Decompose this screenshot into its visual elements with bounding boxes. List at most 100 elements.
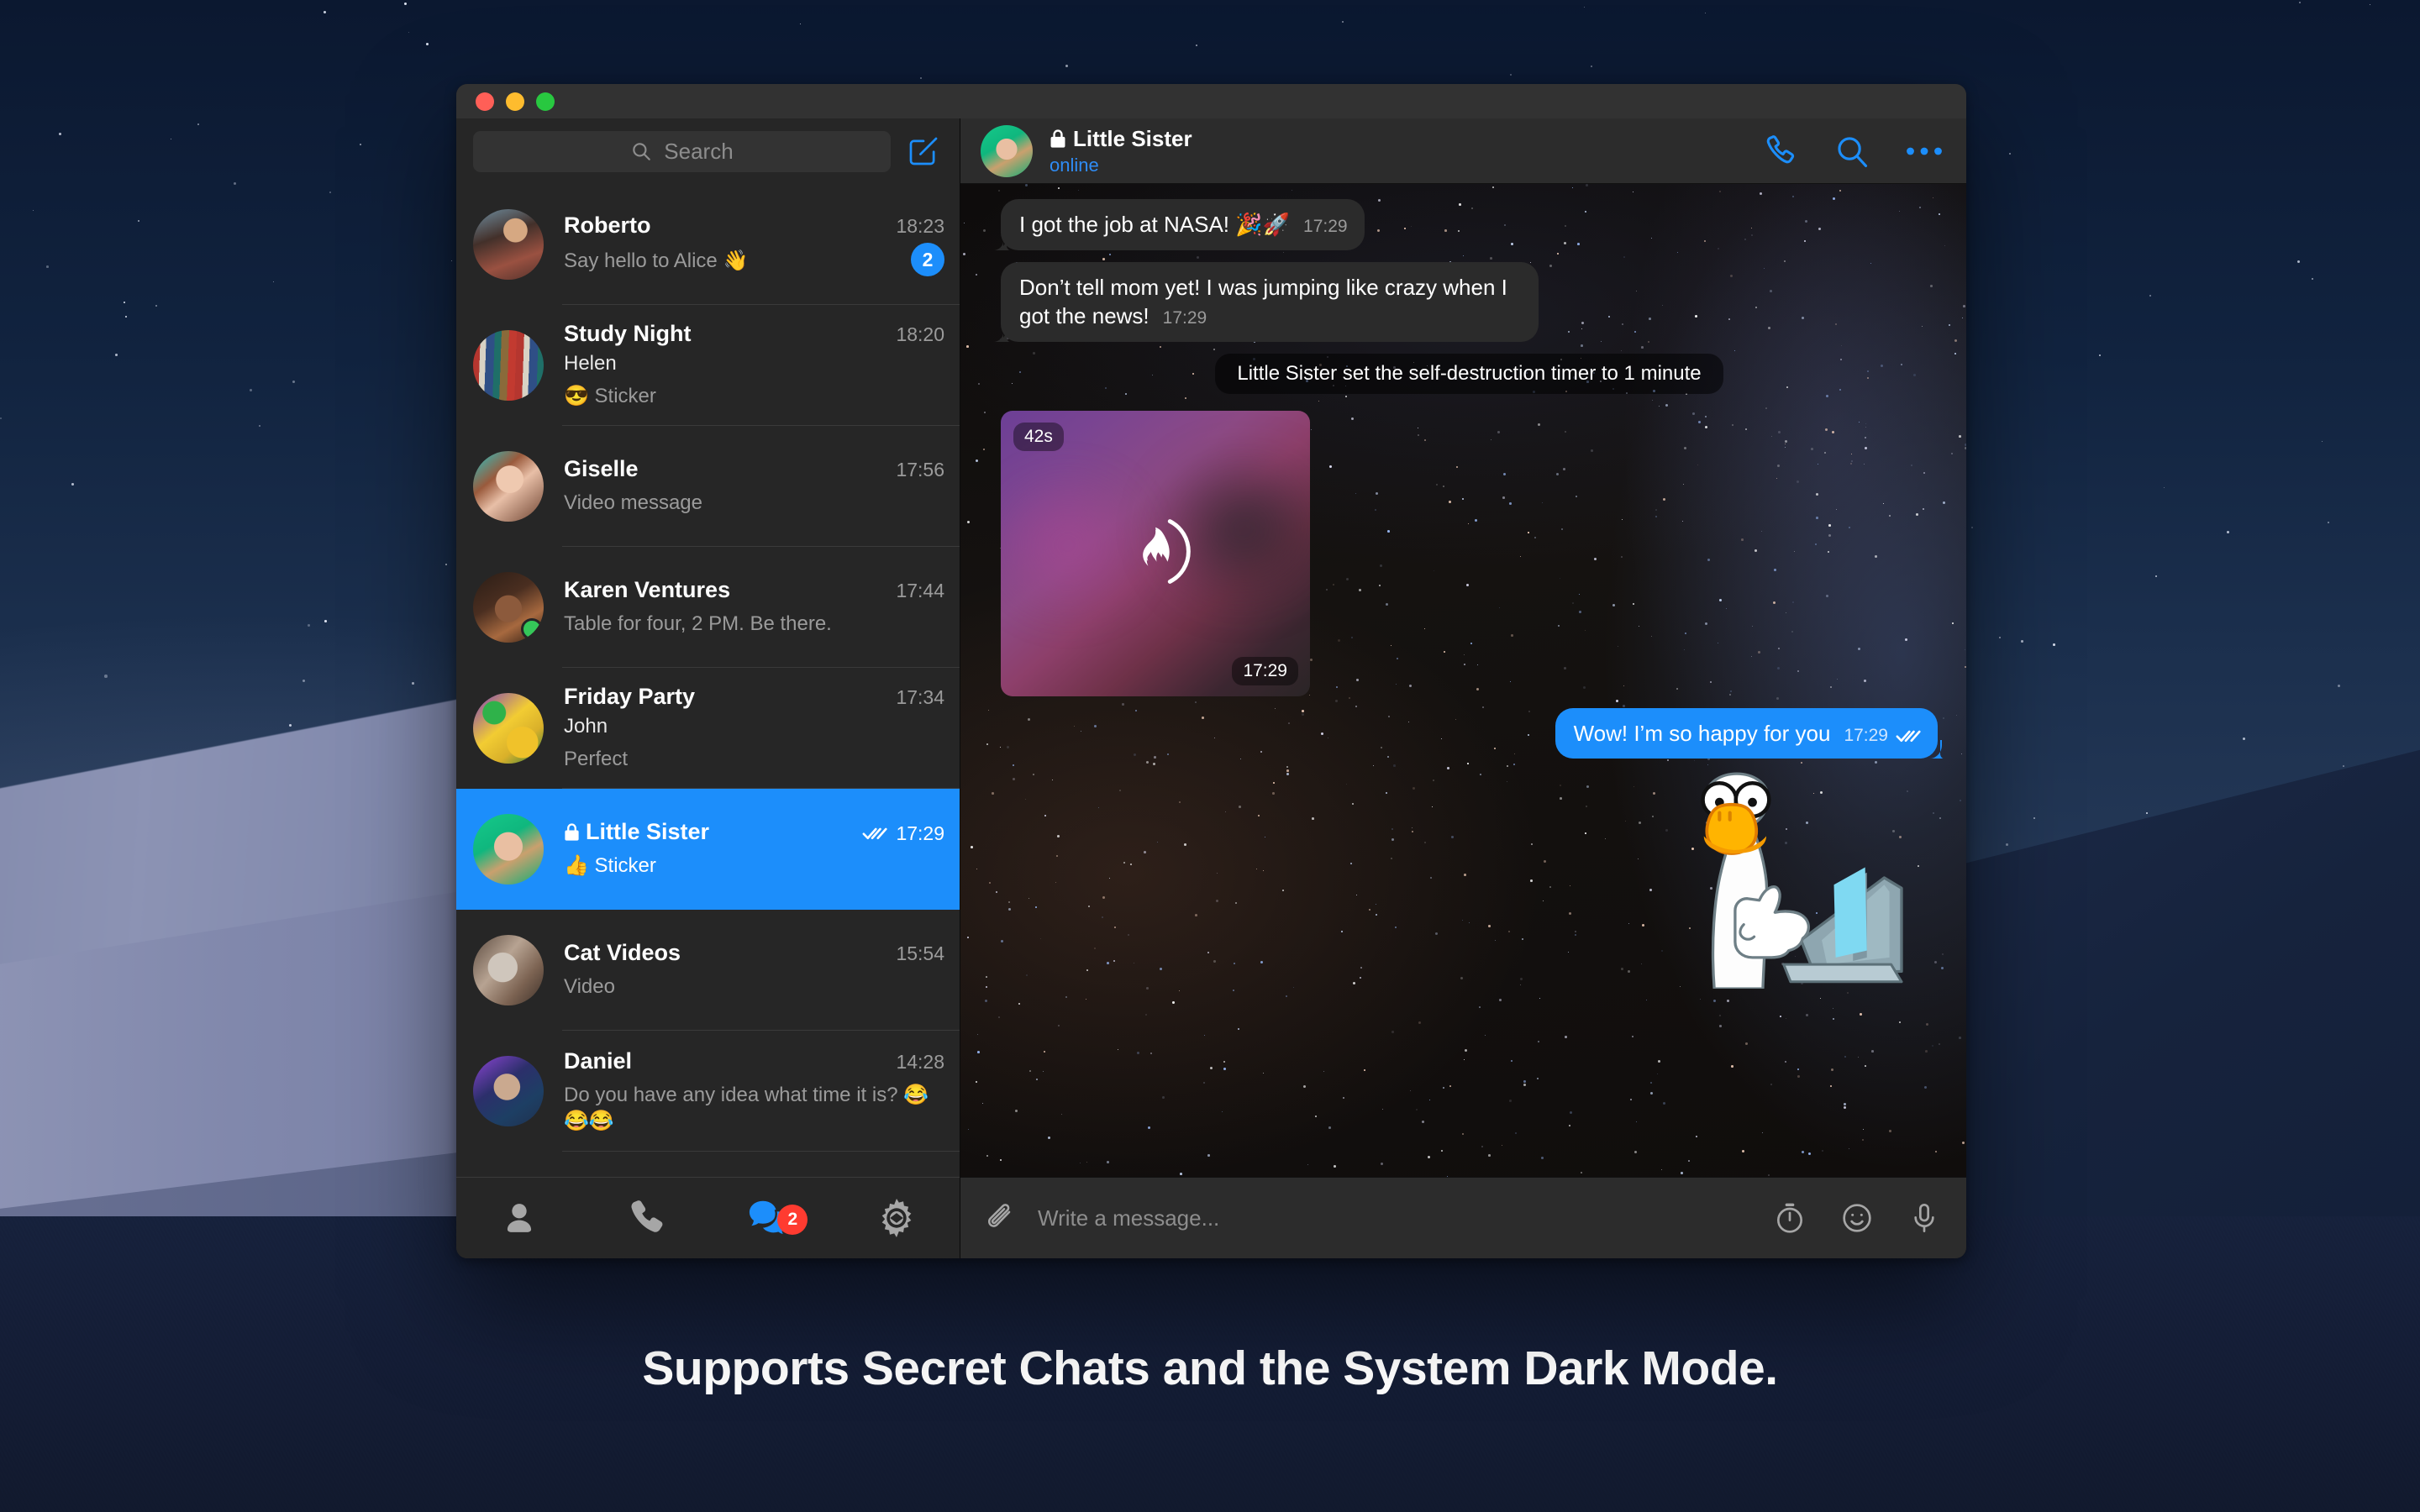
chat-preview: Video xyxy=(564,975,615,999)
double-check-icon xyxy=(1896,730,1921,742)
message-time: 17:29 xyxy=(1844,725,1888,745)
tab-contacts[interactable] xyxy=(456,1196,582,1240)
message-list: I got the job at NASA! 🎉🚀 17:29 Don’t tel… xyxy=(960,184,1966,1177)
message-meta: 17:29 xyxy=(1303,215,1348,239)
chat-name: Little Sister xyxy=(564,819,709,845)
message-meta: 17:29 xyxy=(1844,724,1921,748)
message-bubble[interactable]: I got the job at NASA! 🎉🚀 17:29 xyxy=(993,199,1365,250)
chat-time: 18:23 xyxy=(896,215,944,238)
chat-list-item[interactable]: Roberto 18:23 Say hello to Alice 👋 2 xyxy=(456,184,960,305)
chat-header-title-row: Little Sister xyxy=(1050,126,1192,152)
chat-header: Little Sister online xyxy=(960,118,1966,184)
messages-area[interactable]: I got the job at NASA! 🎉🚀 17:29 Don’t tel… xyxy=(960,184,1966,1177)
zoom-button[interactable] xyxy=(536,92,555,111)
chat-sender: Helen xyxy=(564,352,617,375)
chat-time-text: 17:44 xyxy=(896,580,944,602)
more-dots-icon xyxy=(1907,147,1942,155)
message-bubble[interactable]: Wow! I’m so happy for you 17:29 xyxy=(1555,707,1944,759)
chat-list-item[interactable]: Friday Party 17:34 John Perfect xyxy=(456,668,960,789)
chat-time: 14:28 xyxy=(896,1051,944,1074)
search-icon xyxy=(633,143,651,160)
chat-time: 18:20 xyxy=(896,323,944,346)
chat-list-item[interactable]: Study Night 18:20 Helen 😎 Sticker xyxy=(456,305,960,426)
chat-list-item[interactable]: Giselle 17:56 Video message xyxy=(456,426,960,547)
chat-time-text: 17:29 xyxy=(896,822,944,844)
tab-settings[interactable] xyxy=(834,1196,960,1240)
lock-icon xyxy=(1050,129,1065,148)
chat-pane: Little Sister online I got the job at NA… xyxy=(960,118,1966,1258)
bubble-tail-icon xyxy=(993,323,1010,342)
message-text: Don’t tell mom yet! I was jumping like c… xyxy=(1019,274,1507,329)
chat-time-text: 18:23 xyxy=(896,215,944,237)
chat-list[interactable]: Roberto 18:23 Say hello to Alice 👋 2 Stu… xyxy=(456,184,960,1177)
chat-time: 17:34 xyxy=(896,686,944,709)
self-destruct-timer-button[interactable] xyxy=(1773,1201,1807,1235)
chat-list-item[interactable]: Wow 13:47 xyxy=(456,1152,960,1177)
tab-chats[interactable]: 2 xyxy=(708,1198,834,1238)
chat-header-status: online xyxy=(1050,154,1099,176)
tab-calls[interactable] xyxy=(582,1197,708,1239)
chat-time: 17:56 xyxy=(896,459,944,481)
chat-time: 17:44 xyxy=(896,580,944,602)
chat-time-text: 15:54 xyxy=(896,942,944,965)
message-input[interactable]: Write a message... xyxy=(1038,1205,1751,1231)
chat-name-text: Study Night xyxy=(564,321,692,347)
microphone-icon xyxy=(1914,1203,1934,1232)
attach-button[interactable] xyxy=(984,1202,1016,1234)
message-meta: 17:29 xyxy=(1163,307,1207,330)
chat-preview: 👍 Sticker xyxy=(564,854,656,878)
chat-list-item[interactable]: Karen Ventures 17:44 Table for four, 2 P… xyxy=(456,547,960,668)
message-text: I got the job at NASA! 🎉🚀 xyxy=(1019,212,1291,237)
voice-record-button[interactable] xyxy=(1907,1201,1941,1235)
chat-list-item[interactable]: Cat Videos 15:54 Video xyxy=(456,910,960,1031)
tab-bar: 2 xyxy=(456,1177,960,1258)
more-options-button[interactable] xyxy=(1906,143,1943,160)
compose-button[interactable] xyxy=(904,132,943,171)
close-button[interactable] xyxy=(476,92,494,111)
chat-name-text: Giselle xyxy=(564,456,639,482)
avatar xyxy=(473,451,544,522)
bubble-tail-icon xyxy=(993,231,1010,250)
self-destructing-photo[interactable]: 42s 17:29 xyxy=(1001,410,1310,696)
message-bubble[interactable]: Don’t tell mom yet! I was jumping like c… xyxy=(993,261,1539,342)
online-indicator xyxy=(521,618,543,640)
chat-preview: Say hello to Alice 👋 xyxy=(564,249,749,273)
sidebar: Search Roberto 18:23 Say hello to Alice … xyxy=(456,118,960,1258)
flame-icon-wrapper xyxy=(1117,512,1194,594)
chat-list-item[interactable]: Daniel 14:28 Do you have any idea what t… xyxy=(456,1031,960,1152)
search-input[interactable]: Search xyxy=(473,130,891,172)
avatar xyxy=(473,572,544,643)
chat-name-text: Daniel xyxy=(564,1047,633,1074)
message-composer: Write a message... xyxy=(960,1177,1966,1258)
chat-time-text: 17:56 xyxy=(896,459,944,481)
sticker-message[interactable] xyxy=(1662,770,1923,990)
window-titlebar xyxy=(456,84,1966,118)
double-check-icon xyxy=(863,827,887,840)
tab-badge: 2 xyxy=(777,1205,808,1235)
chat-name: Daniel xyxy=(564,1048,632,1074)
chat-name-text: Karen Ventures xyxy=(564,577,731,603)
call-button[interactable] xyxy=(1761,133,1798,170)
search-placeholder: Search xyxy=(664,138,734,164)
minimize-button[interactable] xyxy=(506,92,524,111)
lock-icon xyxy=(565,823,579,841)
bubble-tail-icon xyxy=(1930,740,1944,759)
message-time: 17:29 xyxy=(1303,217,1348,236)
chat-name: Karen Ventures xyxy=(564,577,730,603)
chat-list-item[interactable]: Little Sister 17:29 👍 Sticker xyxy=(456,789,960,910)
emoji-button[interactable] xyxy=(1840,1201,1874,1235)
chat-search-button[interactable] xyxy=(1833,133,1870,170)
chat-preview: Video message xyxy=(564,491,702,515)
chat-header-avatar[interactable] xyxy=(981,124,1033,177)
timer-icon xyxy=(1777,1203,1802,1233)
goose-thumbs-up-sticker xyxy=(1701,772,1903,990)
chat-time-text: 17:34 xyxy=(896,686,944,709)
chat-name-text: Friday Party xyxy=(564,684,696,710)
chat-name-text: Cat Videos xyxy=(564,940,681,966)
chat-name: Friday Party xyxy=(564,684,695,710)
telegram-window: Search Roberto 18:23 Say hello to Alice … xyxy=(456,84,1966,1258)
phone-icon xyxy=(631,1200,663,1232)
chat-preview: 😎 Sticker xyxy=(564,385,656,408)
chat-name-text: Little Sister xyxy=(586,819,710,845)
promo-caption: Supports Secret Chats and the System Dar… xyxy=(642,1341,1778,1395)
